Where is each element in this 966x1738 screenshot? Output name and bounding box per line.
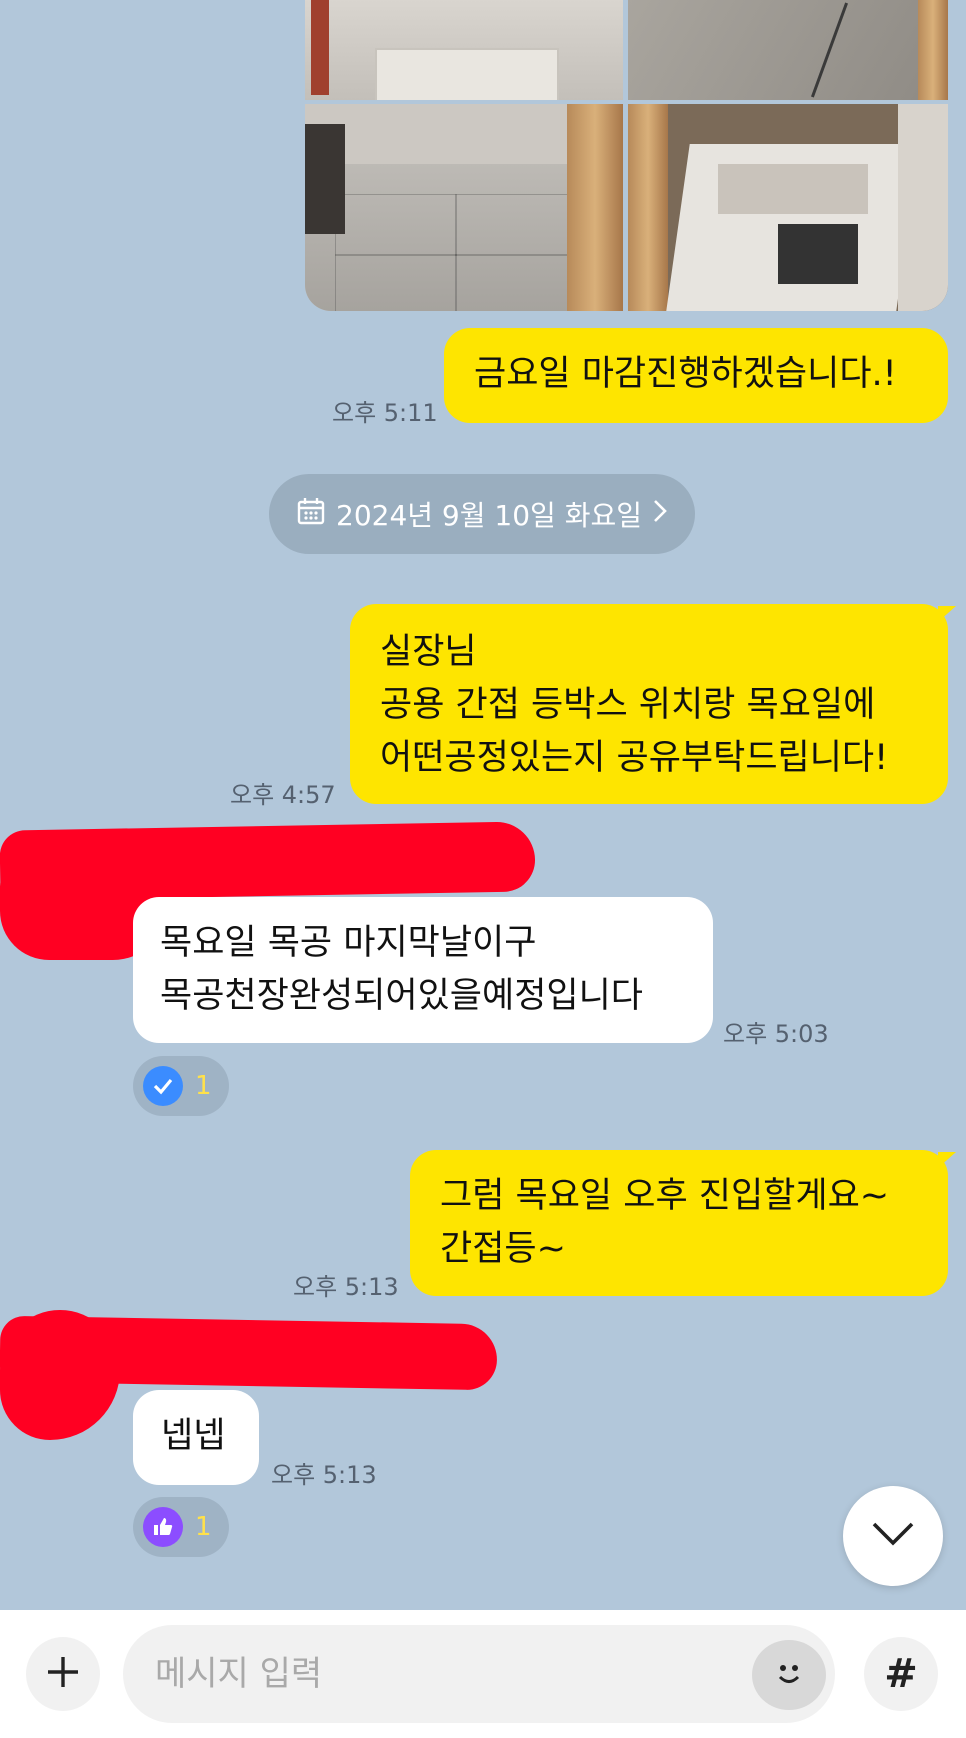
message-bubble-theirs[interactable]: 넵넵 bbox=[133, 1390, 259, 1485]
chevron-right-icon bbox=[652, 498, 668, 531]
hashtag-icon: # bbox=[884, 1651, 918, 1697]
photo-1[interactable] bbox=[305, 0, 623, 100]
reaction-count: 1 bbox=[195, 1512, 212, 1542]
message-bubble-mine[interactable]: 금요일 마감진행하겠습니다.! bbox=[444, 328, 948, 423]
photo-4[interactable] bbox=[628, 104, 948, 311]
photo-3[interactable] bbox=[305, 104, 623, 311]
emoji-icon bbox=[769, 1653, 809, 1697]
message-bubble-mine[interactable]: 그럼 목요일 오후 진입할게요~ 간접등~ bbox=[410, 1150, 956, 1296]
message-bubble-mine[interactable]: 실장님 공용 간접 등박스 위치랑 목요일에 어떤공정있는지 공유부탁드립니다! bbox=[350, 604, 956, 804]
add-attachment-button[interactable] bbox=[26, 1637, 100, 1711]
calendar-icon bbox=[296, 496, 326, 533]
date-divider[interactable]: 2024년 9월 10일 화요일 bbox=[269, 474, 695, 554]
message-bubble-theirs[interactable]: 목요일 목공 마지막날이구 목공천장완성되어있을예정입니다 bbox=[133, 897, 713, 1043]
reaction-badge[interactable]: 1 bbox=[133, 1056, 229, 1116]
thumbs-up-icon bbox=[143, 1507, 183, 1547]
chevron-down-icon bbox=[870, 1520, 916, 1552]
message-time: 오후 5:13 bbox=[271, 1461, 377, 1489]
plus-icon bbox=[45, 1654, 81, 1694]
message-time: 오후 4:57 bbox=[230, 781, 336, 809]
message-time: 오후 5:03 bbox=[723, 1020, 829, 1048]
hashtag-button[interactable]: # bbox=[864, 1637, 938, 1711]
photo-2[interactable] bbox=[628, 0, 948, 100]
reaction-count: 1 bbox=[195, 1071, 212, 1101]
message-time: 오후 5:11 bbox=[332, 399, 438, 427]
check-icon bbox=[143, 1066, 183, 1106]
message-input[interactable] bbox=[123, 1625, 835, 1723]
date-divider-label: 2024년 9월 10일 화요일 bbox=[336, 499, 642, 532]
scroll-to-bottom-button[interactable] bbox=[843, 1486, 943, 1586]
message-time: 오후 5:13 bbox=[293, 1273, 399, 1301]
reaction-badge[interactable]: 1 bbox=[133, 1497, 229, 1557]
emoji-button[interactable] bbox=[752, 1640, 826, 1710]
